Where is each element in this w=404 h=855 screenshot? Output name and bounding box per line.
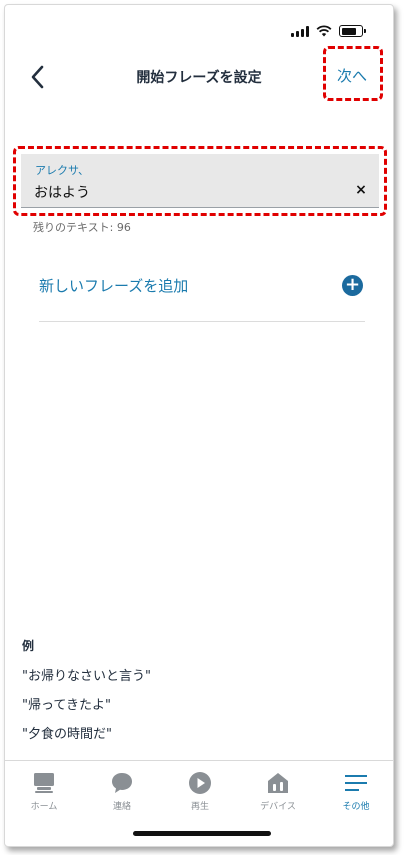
tab-play[interactable]: 再生 <box>161 761 239 821</box>
tab-more-label: その他 <box>342 802 370 812</box>
tab-devices-label: デバイス <box>260 802 296 812</box>
tab-home-label: ホーム <box>30 802 58 812</box>
chat-bubble-icon <box>112 773 132 793</box>
tab-play-label: 再生 <box>190 802 209 812</box>
example-item: "夕食の時間だ" <box>22 727 112 742</box>
examples-heading: 例 <box>22 639 35 653</box>
add-phrase-label: 新しいフレーズを追加 <box>39 277 189 295</box>
tab-contacts[interactable]: 連絡 <box>83 761 161 821</box>
home-icon <box>34 773 54 793</box>
example-item: "お帰りなさいと言う" <box>22 669 151 684</box>
tab-contacts-label: 連絡 <box>112 802 131 812</box>
tab-more[interactable]: その他 <box>317 761 393 821</box>
wifi-icon <box>316 25 332 37</box>
divider <box>39 321 365 322</box>
add-phrase-button[interactable]: 新しいフレーズを追加 + <box>39 267 365 307</box>
example-item: "帰ってきたよ" <box>22 698 111 713</box>
menu-icon <box>345 775 367 791</box>
battery-icon <box>339 25 366 37</box>
phone-screen: 開始フレーズを設定 次へ アレクサ、 おはよう × 残りのテキスト: 96 新し… <box>4 4 394 847</box>
tab-home[interactable]: ホーム <box>5 761 83 821</box>
devices-house-icon <box>268 773 288 793</box>
phrase-input-value[interactable]: おはよう <box>34 182 90 202</box>
bottom-tab-bar: ホーム 連絡 再生 デバイス その他 <box>5 760 393 821</box>
status-bar <box>291 25 366 37</box>
phrase-input-label: アレクサ、 <box>35 164 90 177</box>
play-icon <box>189 772 211 794</box>
home-indicator <box>133 831 271 836</box>
tab-devices[interactable]: デバイス <box>239 761 317 821</box>
phrase-input[interactable]: アレクサ、 おはよう × <box>21 154 379 208</box>
next-button[interactable]: 次へ <box>337 65 367 86</box>
plus-circle-icon[interactable]: + <box>342 275 363 296</box>
remaining-text-counter: 残りのテキスト: 96 <box>33 221 131 234</box>
clear-icon[interactable]: × <box>353 182 369 198</box>
cellular-signal-icon <box>291 25 309 37</box>
